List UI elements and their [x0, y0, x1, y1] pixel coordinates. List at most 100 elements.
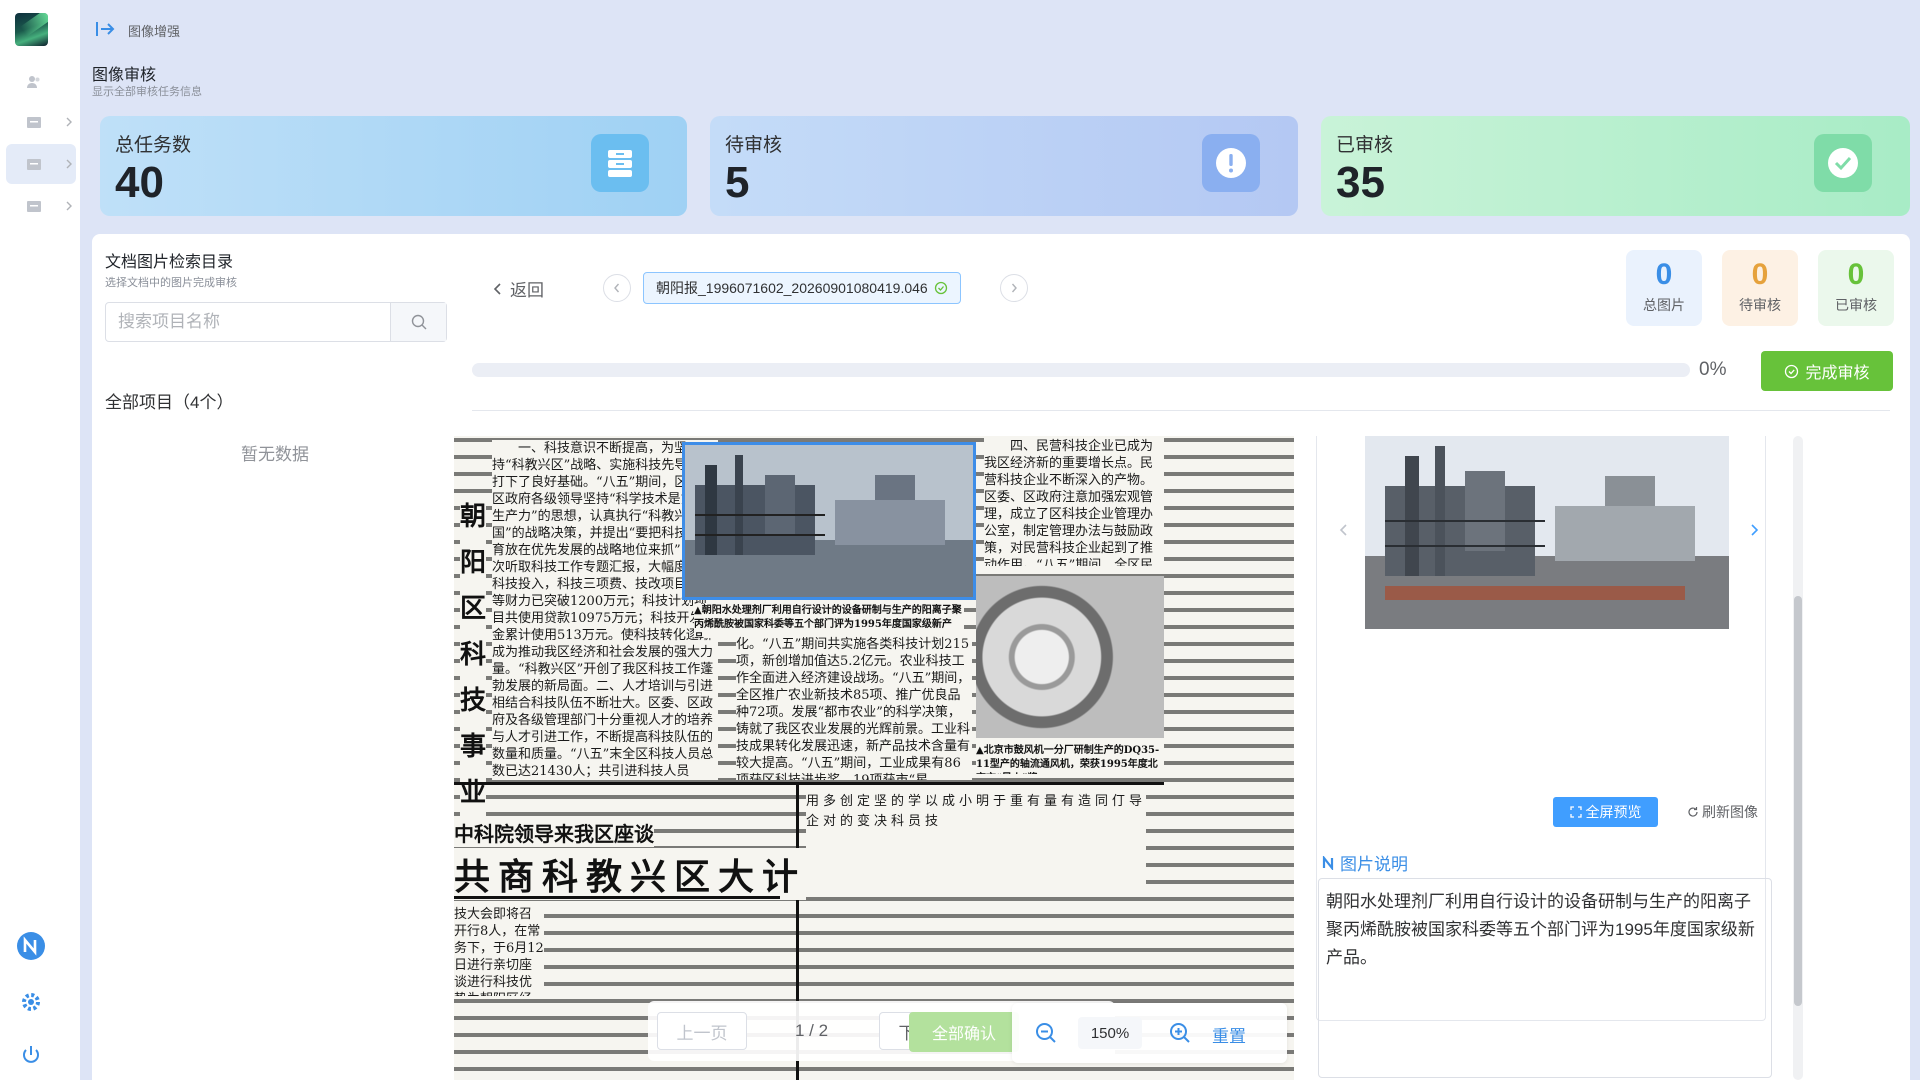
photo-caption: ▲朝阳水处理剂厂利用自行设计的设备研制与生产的阳离子聚丙烯酰胺被国家科委等五个部… — [694, 604, 964, 638]
stat-card-reviewed: 已审核 35 — [1321, 116, 1910, 216]
fullscreen-label: 全屏预览 — [1585, 804, 1642, 820]
vertical-char: 阳 — [460, 548, 487, 578]
chevron-left-icon — [614, 283, 620, 293]
back-label: 返回 — [510, 281, 544, 300]
divider — [472, 410, 1890, 411]
preview-prev-arrow[interactable] — [1338, 522, 1350, 543]
fullscreen-icon — [1569, 806, 1582, 818]
current-file-tag[interactable]: 朝阳报_1996071602_20260901080419.046 — [643, 272, 961, 304]
finish-review-button[interactable]: 完成审核 — [1761, 351, 1893, 391]
count-value: 0 — [1847, 258, 1865, 291]
preview-next-arrow[interactable] — [1748, 522, 1760, 543]
selected-photo-region[interactable] — [682, 442, 976, 600]
zoom-level: 150% — [1078, 1017, 1142, 1049]
preview-image[interactable] — [1365, 436, 1729, 629]
zoom-out-icon[interactable] — [1034, 1021, 1058, 1045]
headline-rule — [454, 896, 780, 899]
catalog-subtitle: 选择文档中的图片完成审核 — [105, 277, 237, 289]
search-box — [105, 302, 447, 342]
document-viewer[interactable]: 朝 阳 区 科 技 事 业 一、科技意识不断提高，为坚持“科教兴区”战略、实施科… — [454, 436, 1294, 1080]
n-logo-icon[interactable] — [16, 931, 46, 961]
article-column-3: 四、民营科技企业已成为我区经济新的重要增长点。民营科技企业不断深入的产物。区委、… — [984, 438, 1164, 566]
expand-sidebar-icon[interactable] — [95, 20, 117, 38]
app-logo[interactable] — [15, 13, 48, 46]
file-name: 朝阳报_1996071602_20260901080419.046 — [656, 280, 928, 296]
stat-card-total: 总任务数 40 — [100, 116, 687, 216]
progress-text: 0% — [1699, 359, 1727, 380]
vertical-char: 业 — [460, 778, 487, 808]
power-icon[interactable] — [16, 1040, 46, 1070]
search-button[interactable] — [390, 303, 446, 341]
database-icon — [591, 134, 649, 192]
refresh-label: 刷新图像 — [1702, 804, 1758, 820]
prev-page-button[interactable]: 上一页 — [657, 1012, 747, 1050]
chevron-right-icon — [1011, 283, 1017, 293]
search-input[interactable] — [106, 303, 390, 341]
article-column-2: 化。“八五”期间共实施各类科技计划215项，新创增加值达5.2亿元。农业科技工作… — [736, 636, 972, 780]
fan-photo-caption: ▲北京市鼓风机一分厂研制生产的DQ35-11型产的轴流通风机，荣获1995年度北… — [976, 744, 1164, 774]
sidebar-item-folder-2[interactable] — [6, 144, 76, 184]
sub-headline: 中科院领导来我区座谈 — [454, 818, 654, 847]
image-description-title: 图片说明 — [1322, 850, 1408, 875]
confirm-all-button[interactable]: 全部确认 — [909, 1012, 1019, 1052]
chevron-left-icon — [493, 282, 501, 295]
preview-factory-photo — [1365, 436, 1729, 629]
finish-review-label: 完成审核 — [1805, 365, 1870, 382]
count-label: 总图片 — [1643, 297, 1685, 313]
count-label: 已审核 — [1835, 297, 1877, 313]
chevron-right-icon — [66, 201, 72, 211]
vertical-char: 科 — [460, 640, 487, 670]
stat-card-pending: 待审核 5 — [710, 116, 1298, 216]
vertical-headline: 朝 阳 区 科 技 事 业 — [460, 494, 486, 816]
check-icon — [1814, 134, 1872, 192]
count-value: 0 — [1655, 258, 1673, 291]
review-panel: 文档图片检索目录 选择文档中的图片完成审核 全部项目（4个） 暂无数据 返回 朝… — [92, 234, 1910, 1080]
check-circle-icon — [934, 281, 947, 295]
settings-icon[interactable] — [16, 987, 46, 1017]
page-indicator: 1 / 2 — [795, 1021, 829, 1040]
search-icon — [411, 314, 426, 330]
catalog-title: 文档图片检索目录 — [105, 254, 234, 271]
image-description-text[interactable]: 朝阳水处理剂厂利用自行设计的设备研制与生产的阳离子聚丙烯酰胺被国家科委等五个部门… — [1318, 878, 1772, 1078]
folder-icon — [27, 201, 41, 212]
empty-state: 暂无数据 — [241, 445, 309, 464]
sidebar-item-folder-1[interactable] — [6, 102, 76, 142]
chevron-right-icon — [1751, 524, 1759, 536]
top-bar: 图像增强 图像审核 显示全部审核任务信息 — [80, 0, 1920, 98]
n-mark-icon — [1322, 855, 1334, 870]
chevron-left-icon — [1339, 524, 1347, 536]
stat-label: 待审核 — [725, 135, 783, 156]
fan-photo — [976, 576, 1164, 738]
count-reviewed-images: 0 已审核 — [1818, 250, 1894, 326]
horizontal-rule — [454, 782, 1164, 785]
description-title-label: 图片说明 — [1340, 855, 1408, 874]
folder-icon — [27, 159, 41, 170]
next-file-button[interactable] — [1000, 274, 1028, 302]
vertical-char: 朝 — [460, 502, 487, 532]
main-headline: 共商科教兴区大计 — [454, 848, 807, 900]
zoom-reset-button[interactable]: 重置 — [1212, 1022, 1246, 1047]
refresh-image-button[interactable]: 刷新图像 — [1687, 802, 1758, 822]
zoom-in-icon[interactable] — [1168, 1021, 1192, 1045]
refresh-icon — [1688, 807, 1698, 817]
prev-file-button[interactable] — [603, 274, 631, 302]
all-projects-label[interactable]: 全部项目（4个） — [105, 388, 233, 413]
chevron-right-icon — [66, 159, 72, 169]
panel-scrollbar-thumb[interactable] — [1794, 596, 1802, 1006]
exclamation-icon — [1202, 134, 1260, 192]
count-pending-images: 0 待审核 — [1722, 250, 1798, 326]
page-subtitle: 显示全部审核任务信息 — [92, 86, 202, 98]
back-button[interactable]: 返回 — [492, 276, 544, 301]
stat-value: 40 — [115, 158, 164, 207]
sidebar-item-folder-3[interactable] — [6, 186, 76, 226]
article-bottom-columns: 用多创定坚的学以成小明于重有量有造同仃导企对的变决科员技 — [806, 792, 1146, 888]
breadcrumb: 图像增强 — [128, 24, 181, 39]
stat-value: 5 — [725, 158, 750, 207]
sidebar — [0, 0, 80, 1080]
vertical-char: 事 — [460, 732, 487, 762]
fullscreen-preview-button[interactable]: 全屏预览 — [1553, 797, 1658, 827]
page-title: 图像审核 — [92, 67, 157, 84]
stat-label: 已审核 — [1336, 135, 1394, 156]
article-bottom-left: 技大会即将召开行8人，在常务下，于6月12日进行亲切座谈进行科技优势为朝阳区经济… — [454, 906, 544, 996]
sidebar-item-users[interactable] — [6, 62, 76, 102]
